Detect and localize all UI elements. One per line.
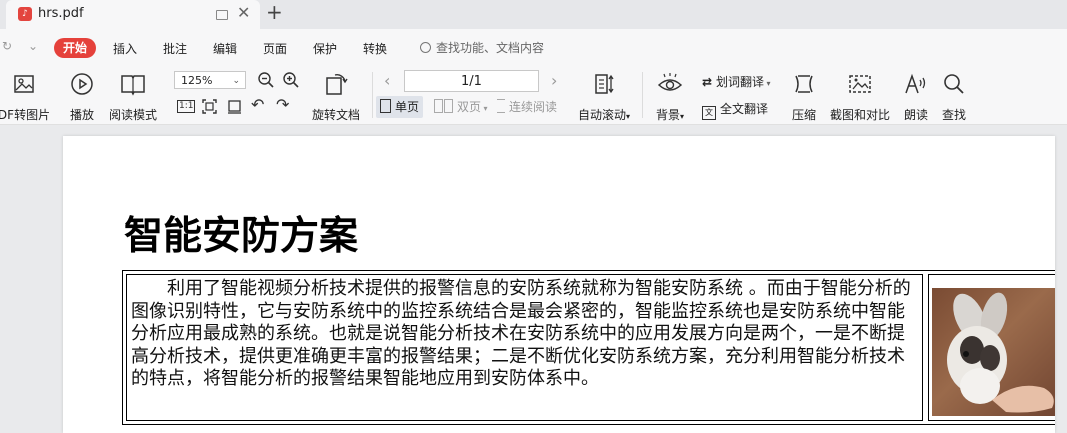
image-icon bbox=[14, 75, 34, 93]
dropdown-icon[interactable]: ⌄ bbox=[28, 39, 38, 53]
pdf-file-icon: ♪ bbox=[18, 7, 32, 21]
search-icon bbox=[420, 42, 431, 53]
rotate-document-label: 旋转文档 bbox=[311, 108, 360, 122]
tab-bar: ♪ hrs.pdf ✕ + bbox=[0, 0, 1067, 29]
chevron-down-icon: ⌄ bbox=[232, 76, 240, 86]
word-translate-label: 划词翻译 bbox=[716, 75, 765, 89]
single-page-button[interactable]: 单页 bbox=[376, 96, 424, 118]
double-page-button[interactable]: 双页 ▾ bbox=[430, 96, 492, 118]
play-button[interactable]: 播放 bbox=[64, 72, 100, 124]
rotate-right-icon[interactable]: ↷ bbox=[276, 95, 289, 114]
find-label: 查找 bbox=[941, 108, 966, 122]
image-cell bbox=[928, 274, 1055, 421]
menu-tab-annotate[interactable]: 批注 bbox=[163, 40, 187, 57]
full-translate-label: 全文翻译 bbox=[720, 102, 769, 116]
toolbar-divider bbox=[642, 72, 643, 118]
zoom-in-icon[interactable] bbox=[282, 71, 300, 89]
menu-tab-insert[interactable]: 插入 bbox=[113, 40, 137, 57]
rotate-left-icon[interactable]: ↶ bbox=[251, 95, 264, 114]
continuous-read-button[interactable]: 连续阅读 bbox=[493, 96, 561, 118]
search-icon bbox=[944, 74, 964, 94]
actual-size-icon[interactable]: 1:1 bbox=[177, 100, 196, 113]
find-button[interactable]: 查找 bbox=[939, 72, 969, 124]
chevron-down-icon: ▾ bbox=[481, 104, 488, 113]
redo-icon[interactable]: ↻ bbox=[2, 39, 12, 53]
continuous-read-icon bbox=[497, 99, 505, 113]
book-icon bbox=[121, 75, 145, 96]
menu-tab-page[interactable]: 页面 bbox=[263, 40, 287, 57]
zoom-select[interactable]: 125% ⌄ bbox=[174, 71, 246, 89]
menu-tab-start[interactable]: 开始 bbox=[54, 38, 96, 58]
document-viewport[interactable]: 智能安防方案 利用了智能视频分析技术提供的报警信息的安防系统就称为智能安防系统 … bbox=[0, 125, 1067, 433]
pdf-to-image-label: DF转图片 bbox=[0, 108, 51, 122]
screen-icon[interactable] bbox=[216, 10, 228, 20]
read-aloud-button[interactable]: 朗读 bbox=[901, 72, 931, 124]
full-translate-button[interactable]: 文全文翻译 bbox=[702, 100, 768, 120]
zoom-value: 125% bbox=[181, 74, 213, 87]
screenshot-icon bbox=[849, 75, 871, 93]
single-page-icon bbox=[380, 99, 391, 113]
feature-search-label: 查找功能、文档内容 bbox=[436, 41, 545, 55]
pdf-to-image-button[interactable]: DF转图片 bbox=[0, 72, 52, 124]
rotate-document-icon bbox=[326, 74, 348, 95]
compress-label: 压缩 bbox=[791, 108, 816, 122]
eye-icon bbox=[657, 73, 683, 91]
toolbar-divider bbox=[372, 72, 373, 118]
toolbar: DF转图片 播放 阅读模式 125% ⌄ 1:1 ↶ ↷ 旋转文档 ‹ 1/1 … bbox=[0, 66, 1067, 125]
body-paragraph: 利用了智能视频分析技术提供的报警信息的安防系统就称为智能安防系统 。而由于智能分… bbox=[131, 278, 911, 390]
rabbit-photo bbox=[932, 288, 1055, 416]
auto-scroll-label: 自动滚动▾ bbox=[574, 106, 634, 123]
next-page-icon[interactable]: › bbox=[551, 71, 557, 90]
prev-page-icon[interactable]: ‹ bbox=[384, 71, 390, 90]
word-translate-button[interactable]: ⇄ 划词翻译 ▾ bbox=[702, 73, 771, 90]
pdf-page: 智能安防方案 利用了智能视频分析技术提供的报警信息的安防系统就称为智能安防系统 … bbox=[63, 136, 1055, 433]
zoom-out-icon[interactable] bbox=[257, 71, 275, 89]
read-mode-label: 阅读模式 bbox=[108, 108, 157, 122]
close-tab-icon[interactable]: ✕ bbox=[237, 3, 250, 22]
double-page-icon bbox=[434, 99, 443, 113]
read-aloud-label: 朗读 bbox=[903, 108, 928, 122]
auto-scroll-text: 自动滚动 bbox=[577, 108, 626, 122]
rabbit-image bbox=[947, 292, 1054, 413]
screenshot-compare-label: 截图和对比 bbox=[829, 108, 890, 122]
chevron-down-icon: ▾ bbox=[680, 112, 685, 121]
double-page-label: 双页 bbox=[457, 100, 482, 114]
single-page-label: 单页 bbox=[395, 100, 420, 114]
background-label: 背景▾ bbox=[652, 106, 688, 123]
auto-scroll-button[interactable]: 自动滚动▾ bbox=[574, 72, 634, 124]
translate-icon: ⇄ bbox=[702, 75, 713, 89]
compress-icon bbox=[795, 75, 813, 93]
document-title: 智能安防方案 bbox=[124, 213, 359, 259]
document-tab[interactable]: ♪ hrs.pdf ✕ bbox=[6, 0, 260, 29]
play-icon bbox=[71, 73, 93, 95]
chevron-down-icon: ▾ bbox=[626, 112, 631, 121]
feature-search[interactable]: 查找功能、文档内容 bbox=[420, 39, 544, 56]
auto-scroll-icon bbox=[595, 74, 614, 94]
rotate-document-button[interactable]: 旋转文档 bbox=[308, 72, 364, 124]
menu-tab-edit[interactable]: 编辑 bbox=[213, 40, 237, 57]
play-label: 播放 bbox=[69, 108, 94, 122]
tab-title: hrs.pdf bbox=[38, 6, 84, 21]
read-mode-button[interactable]: 阅读模式 bbox=[106, 72, 160, 124]
background-button[interactable]: 背景▾ bbox=[652, 72, 688, 124]
text-cell: 利用了智能视频分析技术提供的报警信息的安防系统就称为智能安防系统 。而由于智能分… bbox=[126, 274, 923, 421]
chevron-down-icon: ▾ bbox=[764, 79, 771, 88]
compress-button[interactable]: 压缩 bbox=[789, 72, 819, 124]
screenshot-compare-button[interactable]: 截图和对比 bbox=[828, 72, 892, 124]
read-aloud-icon bbox=[905, 73, 926, 94]
page-number-input[interactable]: 1/1 bbox=[404, 70, 539, 92]
menu-tab-convert[interactable]: 转换 bbox=[363, 40, 387, 57]
double-page-icon-right bbox=[444, 99, 453, 113]
background-text: 背景 bbox=[655, 108, 680, 122]
new-tab-button[interactable]: + bbox=[266, 0, 283, 24]
content-table: 利用了智能视频分析技术提供的报警信息的安防系统就称为智能安防系统 。而由于智能分… bbox=[122, 270, 1055, 425]
menu-bar: ↻ ⌄ 开始 插入 批注 编辑 页面 保护 转换 查找功能、文档内容 bbox=[0, 29, 1067, 66]
menu-tab-protect[interactable]: 保护 bbox=[313, 40, 337, 57]
fit-width-icon[interactable] bbox=[227, 99, 242, 114]
fit-page-icon[interactable] bbox=[202, 99, 217, 114]
document-translate-icon: 文 bbox=[702, 106, 716, 120]
continuous-read-label: 连续阅读 bbox=[509, 100, 558, 114]
